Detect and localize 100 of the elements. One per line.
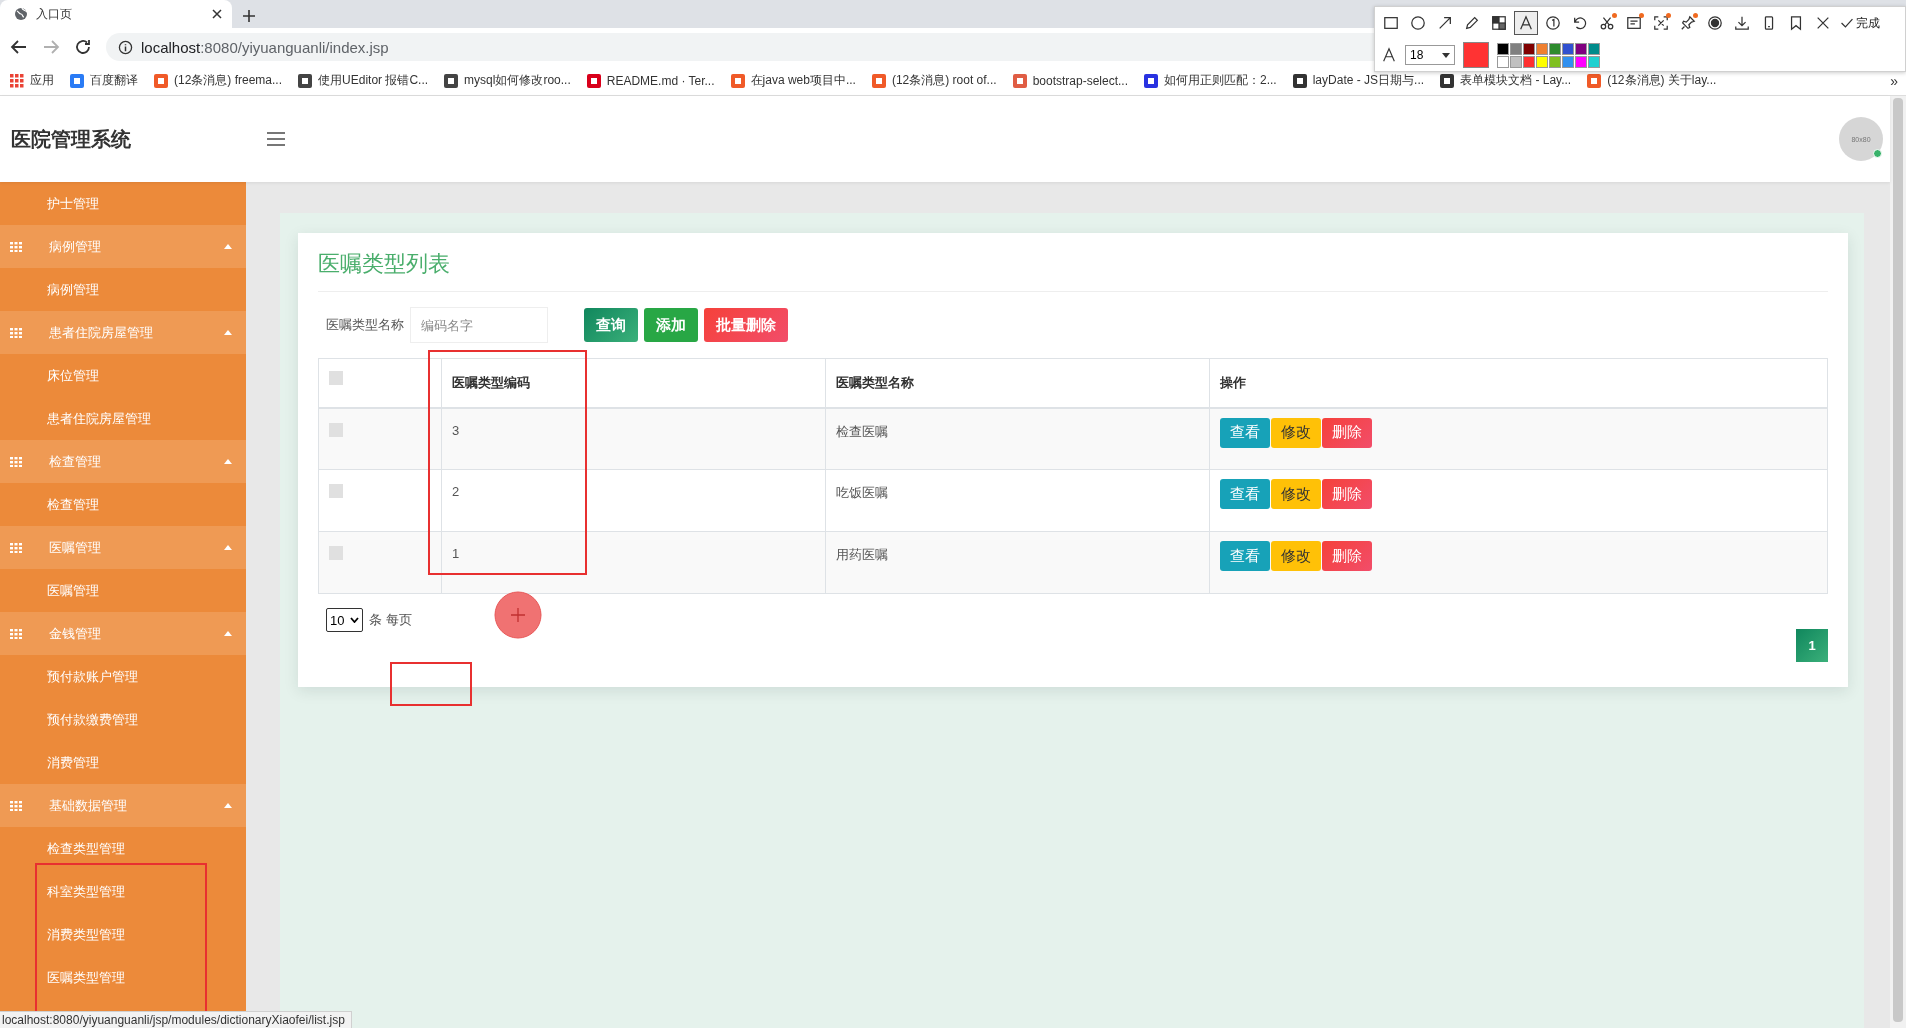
color-swatch[interactable] [1549,42,1561,55]
color-swatch[interactable] [1510,42,1522,55]
edit-button[interactable]: 修改 [1271,417,1321,448]
bookmark-link[interactable]: 使用UEditor 报错C... [318,72,429,89]
table-cell: 3 [441,407,826,470]
sidebar-item[interactable]: 预付款缴费管理 [0,698,246,741]
caret-icon [350,617,360,623]
bookmark-icon [1788,15,1804,31]
menu-icon[interactable] [266,131,286,147]
view-button[interactable]: 查看 [1220,417,1270,448]
record-icon [1707,15,1723,31]
pin-icon [1680,15,1696,31]
bookmark-link[interactable]: 如何用正则匹配：2... [1164,72,1277,89]
back-icon[interactable] [10,38,28,56]
color-swatch[interactable] [1575,42,1587,55]
sidebar-item[interactable]: 检查类型管理 [0,827,246,870]
more-bookmarks-button[interactable]: » [1890,72,1898,89]
color-swatch[interactable] [1562,42,1574,55]
checkbox[interactable] [329,371,343,386]
color-swatch[interactable] [1549,55,1561,68]
table-cell: 2 [441,469,826,532]
close-icon[interactable] [212,9,222,19]
sidebar-item[interactable]: 护士管理 [0,182,246,225]
sidebar-group[interactable]: 医嘱管理 [0,526,246,569]
search-field[interactable]: 编码名字 [410,307,548,343]
table-cell: 用药医嘱 [825,531,1210,594]
color-swatch[interactable] [1497,42,1509,55]
checkbox[interactable] [329,484,343,498]
color-swatch[interactable] [1588,42,1600,55]
batch-delete-button[interactable]: 批量删除 [704,308,788,342]
sidebar-item[interactable]: 患者住院房屋管理 [0,397,246,440]
bookmark-link[interactable]: 在java web项目中... [750,72,856,89]
browser-tab[interactable]: 入口页 [0,0,232,28]
checkbox[interactable] [329,422,343,437]
sidebar-item[interactable]: 科室类型管理 [0,870,246,913]
query-button[interactable]: 查询 [584,308,638,342]
color-swatch[interactable] [1575,55,1587,68]
bookmark-link[interactable]: 应用 [30,72,54,89]
view-button[interactable]: 查看 [1220,479,1270,509]
color-swatch[interactable] [1497,55,1509,68]
bookmark-link[interactable]: 百度翻译 [90,72,138,89]
sidebar-group[interactable]: 基础数据管理 [0,784,246,827]
reload-icon[interactable] [74,38,92,56]
bookmark-link[interactable]: (12条消息) root of... [891,72,997,89]
bookmark-link[interactable]: (12条消息) 关于lay... [1607,72,1717,89]
color-swatch[interactable] [1536,42,1548,55]
sidebar-item[interactable]: 消费类型管理 [0,913,246,956]
color-swatch[interactable] [1562,55,1574,68]
page-button[interactable]: 1 [1796,629,1828,662]
check-icon [1840,16,1854,30]
bookmark-link[interactable]: layDate - JS日期与... [1312,72,1425,89]
circle-icon [1410,15,1426,31]
color-swatch[interactable] [1588,55,1600,68]
delete-button[interactable]: 删除 [1322,417,1372,448]
sidebar-group[interactable]: 患者住院房屋管理 [0,311,246,354]
edit-button[interactable]: 修改 [1271,479,1321,509]
sidebar-item[interactable]: 预付款账户管理 [0,655,246,698]
tool-button[interactable] [1514,11,1538,35]
sidebar-group[interactable]: 金钱管理 [0,612,246,655]
delete-button[interactable]: 删除 [1322,541,1372,571]
delete-button[interactable]: 删除 [1322,479,1372,509]
checkbox[interactable] [329,546,343,560]
add-button[interactable]: 添加 [644,308,698,342]
annotation-marker-icon [494,591,542,639]
sidebar-item[interactable]: 床位管理 [0,354,246,397]
current-color-swatch[interactable] [1463,42,1489,68]
globe-icon [14,7,28,21]
bookmark-link[interactable]: README.md · Ter... [606,73,715,88]
color-swatch[interactable] [1510,55,1522,68]
sidebar-group[interactable]: 病例管理 [0,225,246,268]
numbered-circle-icon [1545,15,1561,31]
bookmark-link[interactable]: mysql如何修改roo... [464,72,571,89]
url-text: localhost:8080/yiyuanguanli/index.jsp [141,38,389,56]
grid-icon [10,542,22,553]
grid-icon [10,800,22,811]
edit-button[interactable]: 修改 [1271,541,1321,571]
scissors-icon [1599,15,1615,31]
font-size-dropdown[interactable]: 18 [1405,45,1455,65]
sidebar-item[interactable]: 检查管理 [0,483,246,526]
sidebar-item[interactable]: 病例管理 [0,268,246,311]
sidebar-group[interactable]: 检查管理 [0,440,246,483]
bookmark-link[interactable]: 表单模块文档 - Lay... [1460,72,1572,89]
text-tool-icon [1518,15,1534,31]
sidebar-item[interactable]: 消费管理 [0,741,246,784]
color-swatch[interactable] [1523,55,1535,68]
bookmark-link[interactable]: (12条消息) freema... [174,72,283,89]
page-size-dropdown[interactable]: 10 [326,608,364,632]
arrow-icon [1437,15,1453,31]
sidebar-item[interactable]: 医嘱管理 [0,569,246,612]
color-swatch[interactable] [1536,55,1548,68]
bookmark-link[interactable]: bootstrap-select... [1032,73,1128,88]
info-icon[interactable] [118,39,133,55]
done-button[interactable]: 完成 [1840,14,1880,32]
status-url: localhost:8080/yiyuanguanli/jsp/modules/dictionaryXiaofei/list.jsp [1,1012,346,1028]
view-button[interactable]: 查看 [1220,541,1270,571]
notification-dot [1693,13,1698,18]
color-swatch[interactable] [1523,42,1535,55]
scrollbar[interactable] [1893,98,1903,1022]
sidebar-item[interactable]: 医嘱类型管理 [0,956,246,999]
new-tab-icon[interactable] [242,9,256,23]
